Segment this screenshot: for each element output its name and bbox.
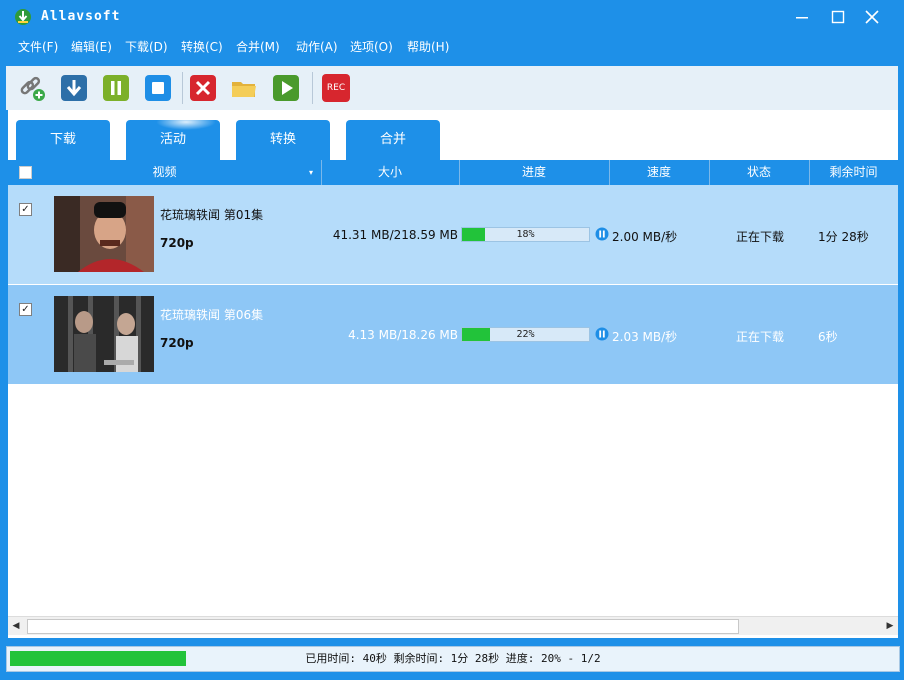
tab-strip: 下载 活动 转换 合并: [8, 110, 898, 160]
scroll-right-icon[interactable]: ▶: [882, 617, 898, 635]
column-header-status[interactable]: 状态: [709, 160, 810, 185]
toolbar-separator: [312, 72, 313, 104]
horizontal-scrollbar[interactable]: ◀ ▶: [8, 616, 898, 635]
video-title: 花琉璃轶闻 第01集: [160, 208, 264, 222]
row-checkbox[interactable]: ✓: [19, 303, 32, 316]
video-thumbnail: [54, 296, 154, 372]
video-resolution: 720p: [160, 336, 194, 350]
row-pause-icon[interactable]: [595, 227, 609, 241]
time-remaining: 6秒: [818, 330, 838, 344]
close-button[interactable]: [860, 6, 884, 28]
sort-arrow-icon: ▾: [308, 168, 313, 177]
column-header-size[interactable]: 大小: [321, 160, 460, 185]
row-progress-label: 22%: [516, 329, 535, 340]
toolbar-separator: [182, 72, 183, 104]
time-remaining: 1分 28秒: [818, 230, 869, 244]
download-size: 4.13 MB/18.26 MB: [348, 328, 458, 342]
status-text: 已用时间: 40秒 剩余时间: 1分 28秒 进度: 20% - 1/2: [305, 652, 601, 665]
tab-convert[interactable]: 转换: [236, 120, 330, 160]
row-checkbox[interactable]: ✓: [19, 203, 32, 216]
download-speed: 2.00 MB/秒: [612, 230, 678, 244]
row-progress-label: 18%: [516, 229, 535, 240]
open-folder-button[interactable]: [230, 74, 258, 102]
row-progress-bar: 18%: [461, 227, 590, 242]
minimize-button[interactable]: [790, 6, 814, 28]
column-header-remaining[interactable]: 剩余时间: [809, 160, 898, 185]
download-speed: 2.03 MB/秒: [612, 330, 678, 344]
video-resolution: 720p: [160, 236, 194, 250]
row-pause-icon[interactable]: [595, 327, 609, 341]
tab-merge[interactable]: 合并: [346, 120, 440, 160]
menu-convert[interactable]: 转换(C): [181, 38, 223, 55]
column-header-speed[interactable]: 速度: [609, 160, 710, 185]
menu-options[interactable]: 选项(O): [350, 38, 393, 55]
row-progress-bar: 22%: [461, 327, 590, 342]
download-size: 41.31 MB/218.59 MB: [332, 228, 458, 242]
tab-download[interactable]: 下载: [16, 120, 110, 160]
window-title: Allavsoft: [41, 9, 121, 24]
maximize-button[interactable]: [826, 6, 850, 28]
menu-bar: 文件(F) 编辑(E) 下载(D) 转换(C) 合并(M) 动作(A) 选项(O…: [0, 34, 904, 60]
title-bar[interactable]: Allavsoft: [0, 0, 904, 34]
table-row[interactable]: ✓ 花琉璃轶闻 第01集 720p 41.31 MB/218.59 MB 18%…: [8, 185, 898, 284]
table-row[interactable]: ✓ 花琉璃轶闻 第06集 720p 4.13 MB/18.26 MB 22% 2…: [8, 285, 898, 384]
scroll-left-icon[interactable]: ◀: [8, 617, 24, 635]
record-button[interactable]: REC: [322, 74, 350, 102]
toolbar: REC: [6, 66, 898, 110]
add-link-button[interactable]: [18, 74, 46, 102]
menu-help[interactable]: 帮助(H): [407, 38, 449, 55]
video-thumbnail: [54, 196, 154, 272]
column-header-video-label: 视频: [152, 165, 177, 179]
main-panel: 下载 活动 转换 合并 视频 ▾ 大小 进度 速度 状态 剩余时间 ✓ 花琉璃轶…: [8, 110, 898, 638]
download-status: 正在下载: [735, 230, 784, 244]
status-bar: 已用时间: 40秒 剩余时间: 1分 28秒 进度: 20% - 1/2: [6, 646, 900, 672]
menu-merge[interactable]: 合并(M): [236, 38, 280, 55]
menu-file[interactable]: 文件(F): [18, 38, 58, 55]
table-header: 视频 ▾ 大小 进度 速度 状态 剩余时间: [8, 160, 898, 185]
menu-edit[interactable]: 编辑(E): [71, 38, 112, 55]
play-button[interactable]: [272, 74, 300, 102]
video-title: 花琉璃轶闻 第06集: [160, 308, 264, 322]
download-button[interactable]: [60, 74, 88, 102]
download-status: 正在下载: [735, 330, 784, 344]
app-logo-icon: [15, 9, 31, 25]
scrollbar-thumb[interactable]: [27, 619, 739, 634]
app-window: Allavsoft 文件(F) 编辑(E) 下载(D) 转换(C) 合并(M) …: [0, 0, 904, 680]
column-header-progress[interactable]: 进度: [459, 160, 610, 185]
tab-active[interactable]: 活动: [126, 114, 220, 160]
menu-download[interactable]: 下载(D): [125, 38, 168, 55]
column-header-video[interactable]: 视频 ▾: [8, 160, 322, 185]
delete-button[interactable]: [189, 74, 217, 102]
stop-button[interactable]: [144, 74, 172, 102]
pause-button[interactable]: [102, 74, 130, 102]
menu-action[interactable]: 动作(A): [296, 38, 338, 55]
